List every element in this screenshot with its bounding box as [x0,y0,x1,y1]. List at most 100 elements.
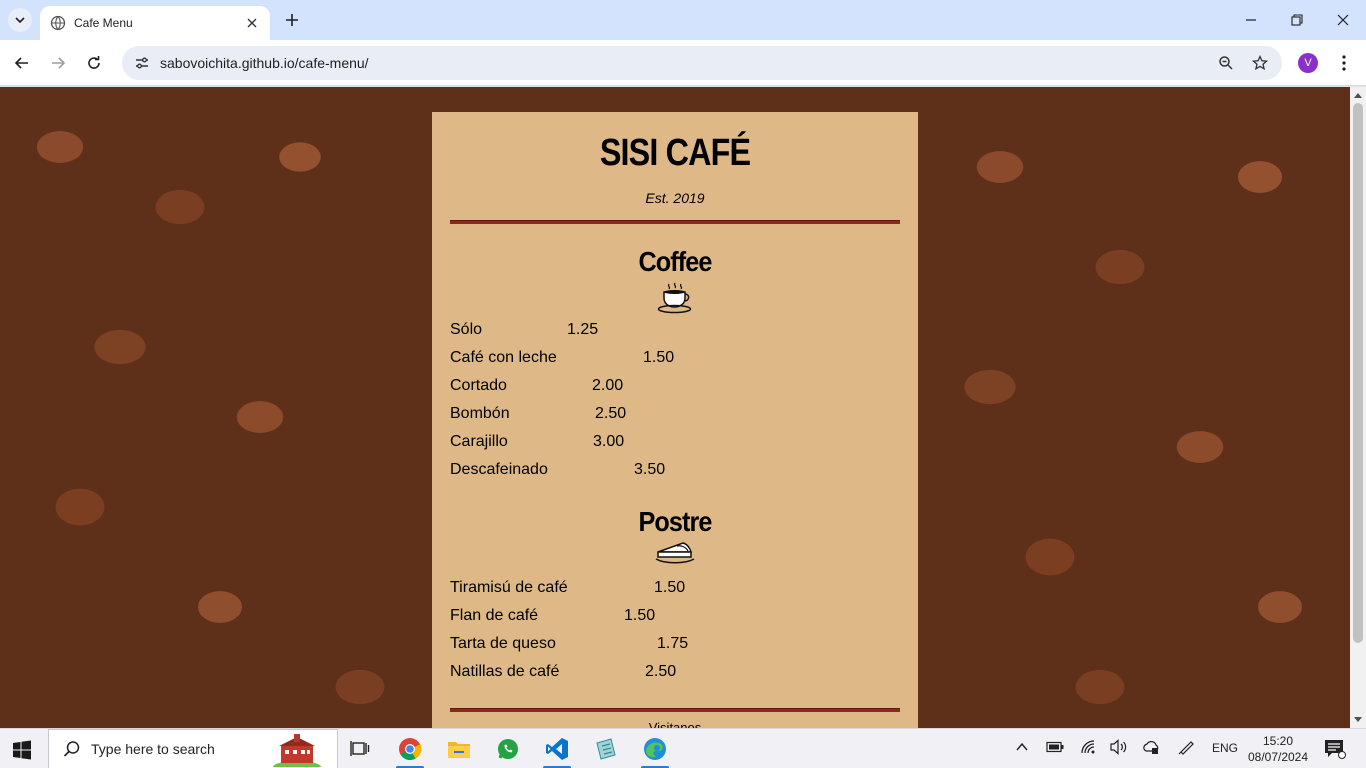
reload-button[interactable] [82,51,106,75]
language-indicator[interactable]: ENG [1212,741,1238,755]
chevron-down-icon [15,17,25,24]
footer-link[interactable]: Visitanos [450,720,900,728]
divider [450,708,900,712]
cafe-title: SISI CAFÉ [599,132,751,174]
pie-slice-icon [655,542,695,564]
close-icon [1337,14,1349,26]
postre-heading: Postre [638,506,712,537]
list-item: Café con leche 1.50 [450,344,900,372]
vscode-icon[interactable] [543,735,571,763]
item-name: Sólo [450,321,483,338]
restore-icon [1291,14,1303,26]
item-name: Natillas de café [450,663,560,680]
arrow-left-icon [14,57,28,69]
search-icon [63,741,80,757]
page-viewport: SISI CAFÉ Est. 2019 Coffee Sólo 1.25 Café… [0,87,1350,728]
close-window-button[interactable] [1320,6,1366,34]
forward-button[interactable] [46,51,70,75]
item-name: Café con leche [450,349,557,366]
zoom-icon[interactable] [1216,53,1236,73]
new-tab-button[interactable] [282,10,302,30]
chrome-icon[interactable] [396,735,424,763]
list-item: Tiramisú de café 1.50 [450,574,900,602]
scroll-down-icon[interactable] [1350,714,1366,726]
windows-start-icon[interactable] [12,740,32,760]
profile-avatar[interactable]: V [1298,53,1318,73]
back-button[interactable] [10,51,34,75]
item-name: Tarta de queso [450,635,556,652]
item-price: 3.00 [593,433,625,450]
notifications-icon[interactable] [1324,739,1346,762]
item-price: 1.50 [643,349,675,366]
tab-title: Cafe Menu [74,16,133,30]
close-tab-icon[interactable] [244,15,260,31]
clock-time: 15:20 [1262,734,1294,748]
list-item: Carajillo 3.00 [450,428,900,456]
globe-icon [50,15,66,31]
list-item: Cortado 2.00 [450,372,900,400]
item-price: 1.50 [624,607,656,624]
reload-icon [88,56,100,69]
browser-menu-icon[interactable] [1334,52,1354,74]
chevron-up-icon[interactable] [1016,741,1028,755]
network-icon[interactable] [1142,739,1160,758]
bookmark-star-icon[interactable] [1250,53,1270,73]
browser-tab[interactable]: Cafe Menu [40,6,270,40]
cafe-menu-card: SISI CAFÉ Est. 2019 Coffee Sólo 1.25 Café… [432,112,918,728]
clock-date: 08/07/2024 [1247,750,1309,764]
taskbar: Type here to search ENG 15:20 08/07/2024 [0,728,1366,768]
coffee-heading: Coffee [638,246,712,277]
minimize-icon [1246,19,1256,21]
item-price: 1.75 [657,635,689,652]
list-item: Natillas de café 2.50 [450,658,900,686]
coffee-list: Sólo 1.25 Café con leche 1.50 Cortado 2.00 … [450,316,900,484]
divider [450,220,900,224]
site-settings-icon[interactable] [134,55,150,71]
taskbar-search[interactable]: Type here to search [48,729,338,768]
url-text[interactable]: sabovoichita.github.io/cafe-menu/ [160,55,1202,71]
item-price: 1.50 [654,579,686,596]
established-text: Est. 2019 [645,190,705,206]
item-name: Bombón [450,405,510,422]
list-item: Tarta de queso 1.75 [450,630,900,658]
pen-icon[interactable] [1178,739,1196,758]
list-item: Sólo 1.25 [450,316,900,344]
battery-icon[interactable] [1046,741,1064,756]
item-name: Flan de café [450,607,539,624]
item-price: 2.00 [592,377,624,394]
vertical-scrollbar[interactable] [1350,87,1366,728]
tab-search-button[interactable] [8,8,32,32]
address-bar[interactable]: sabovoichita.github.io/cafe-menu/ [122,46,1282,80]
scroll-thumb[interactable] [1353,103,1363,643]
task-view-icon[interactable] [346,735,374,763]
minimize-button[interactable] [1228,6,1274,34]
edge-icon[interactable] [641,735,669,763]
item-name: Descafeinado [450,461,548,478]
scroll-up-icon[interactable] [1350,89,1366,101]
postre-list: Tiramisú de café 1.50 Flan de café 1.50 Ta… [450,574,900,686]
browser-toolbar: sabovoichita.github.io/cafe-menu/ [0,40,1366,86]
item-name: Cortado [450,377,507,394]
item-price: 1.25 [567,321,599,338]
coffee-cup-icon [657,282,692,314]
restore-button[interactable] [1274,6,1320,34]
wifi-icon[interactable] [1080,739,1096,758]
volume-icon[interactable] [1110,739,1128,758]
list-item: Flan de café 1.50 [450,602,900,630]
item-price: 3.50 [634,461,666,478]
file-explorer-icon[interactable] [445,735,473,763]
clock[interactable]: 15:20 08/07/2024 [1246,733,1310,765]
item-price: 2.50 [645,663,677,680]
item-price: 2.50 [595,405,627,422]
item-name: Carajillo [450,433,508,450]
plus-icon [286,14,298,26]
whatsapp-icon[interactable] [494,735,522,763]
search-placeholder: Type here to search [91,741,215,757]
arrow-right-icon [52,57,66,69]
notepad-app-icon[interactable] [592,735,620,763]
item-name: Tiramisú de café [450,579,568,596]
school-building-icon [273,734,321,767]
list-item: Bombón 2.50 [450,400,900,428]
list-item: Descafeinado 3.50 [450,456,900,484]
tab-strip: Cafe Menu [0,0,1366,40]
